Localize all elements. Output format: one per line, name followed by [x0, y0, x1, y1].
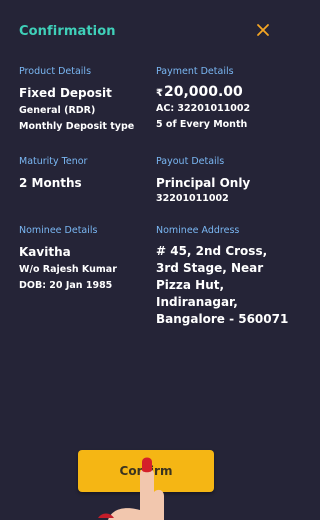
- payout-value: Principal Only: [156, 176, 251, 190]
- nominee-address: Nominee Address # 45, 2nd Cross, 3rd Sta…: [156, 225, 292, 328]
- payment-schedule: 5 of Every Month: [156, 119, 248, 130]
- payment-details: Payment Details ₹20,000.00 AC: 322010110…: [156, 66, 250, 130]
- payment-account: AC: 32201011002: [156, 103, 251, 114]
- confirmation-screen: Confirmation Product Details Fixed Depos…: [0, 0, 293, 520]
- maturity-value: 2 Months: [19, 176, 82, 190]
- nominee-address-label: Nominee Address: [156, 225, 240, 236]
- product-category: General (RDR): [19, 105, 96, 116]
- payout-details: Payout Details Principal Only 3220101100…: [156, 156, 250, 204]
- nominee-relation: W/o Rajesh Kumar: [19, 264, 117, 275]
- nominee-name: Kavitha: [19, 245, 71, 259]
- header: Confirmation: [0, 0, 293, 56]
- product-type: Monthly Deposit type: [19, 121, 135, 132]
- maturity-tenor-label: Maturity Tenor: [19, 156, 88, 167]
- product-details: Product Details Fixed Deposit General (R…: [19, 66, 134, 132]
- maturity-tenor: Maturity Tenor 2 Months: [19, 156, 87, 190]
- product-details-label: Product Details: [19, 66, 92, 77]
- amount-value: 20,000.00: [163, 84, 243, 100]
- rupee-symbol: ₹: [156, 88, 163, 99]
- payment-amount: ₹20,000.00: [156, 84, 250, 100]
- page-title: Confirmation: [19, 24, 116, 39]
- nominee-dob: DOB: 20 Jan 1985: [19, 280, 113, 291]
- nominee-details-label: Nominee Details: [19, 225, 98, 236]
- nominee-details: Nominee Details Kavitha W/o Rajesh Kumar…: [19, 225, 117, 291]
- product-name: Fixed Deposit: [19, 86, 112, 100]
- close-icon[interactable]: [253, 20, 273, 40]
- confirm-button[interactable]: Confirm: [78, 450, 214, 492]
- payout-account: 32201011002: [156, 193, 229, 204]
- payout-details-label: Payout Details: [156, 156, 225, 167]
- payment-details-label: Payment Details: [156, 66, 234, 77]
- nominee-address-value: # 45, 2nd Cross, 3rd Stage, Near Pizza H…: [156, 244, 289, 326]
